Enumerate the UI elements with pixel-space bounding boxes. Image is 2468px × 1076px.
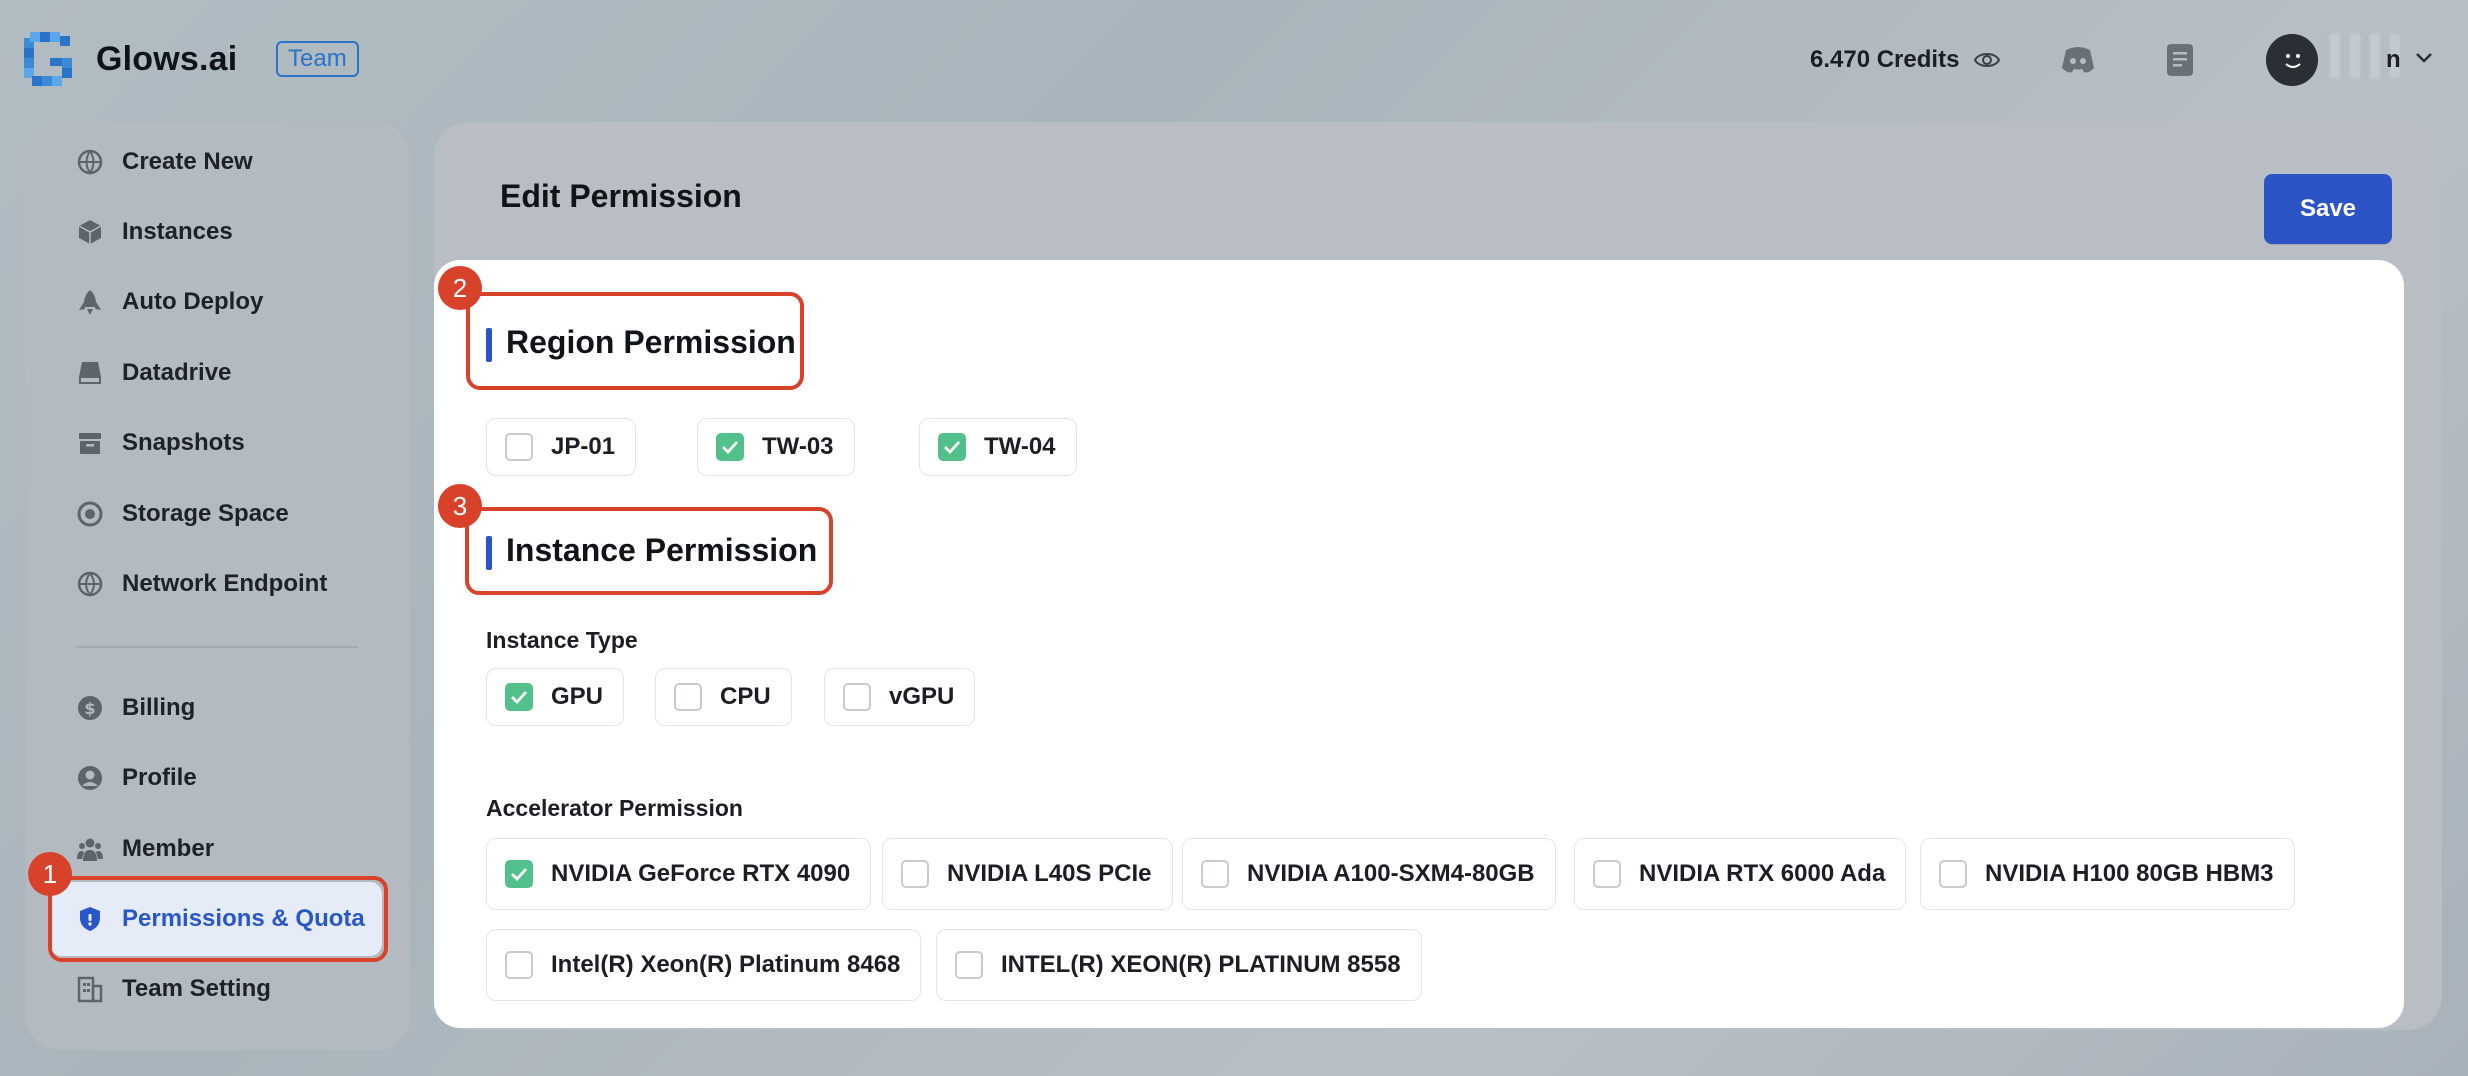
checkbox-label: NVIDIA GeForce RTX 4090 xyxy=(551,860,851,887)
storage-icon xyxy=(77,501,103,527)
checkbox-icon xyxy=(1201,860,1229,888)
checkbox-checked-icon xyxy=(505,860,533,888)
svg-text:$: $ xyxy=(84,699,95,718)
sidebar-item-label: Datadrive xyxy=(122,359,232,386)
checkbox-label: NVIDIA RTX 6000 Ada xyxy=(1639,860,1886,887)
sidebar-item-datadrive[interactable]: Datadrive xyxy=(50,345,382,401)
sidebar-item-billing[interactable]: $ Billing xyxy=(50,680,382,736)
sidebar-item-snapshots[interactable]: Snapshots xyxy=(50,415,382,471)
checkbox-label: CPU xyxy=(720,683,771,710)
network-icon xyxy=(77,571,103,597)
page-title: Edit Permission xyxy=(500,178,742,214)
user-name[interactable]: n xyxy=(2386,46,2401,74)
team-badge: Team xyxy=(276,41,359,77)
sidebar-item-storage-space[interactable]: Storage Space xyxy=(50,486,382,542)
accelerator-checkbox-rtx-6000[interactable]: NVIDIA RTX 6000 Ada xyxy=(1574,838,1907,910)
cube-icon xyxy=(78,220,102,244)
accelerator-checkbox-xeon-8468[interactable]: Intel(R) Xeon(R) Platinum 8468 xyxy=(486,929,922,1001)
accelerator-checkbox-xeon-8558[interactable]: INTEL(R) XEON(R) PLATINUM 8558 xyxy=(936,929,1422,1001)
archive-icon xyxy=(79,433,101,454)
sidebar-item-label: Profile xyxy=(122,764,197,791)
logo-icon[interactable] xyxy=(24,32,78,86)
sidebar-item-profile[interactable]: Profile xyxy=(50,750,382,806)
sidebar-item-label: Storage Space xyxy=(122,500,289,527)
chevron-down-icon[interactable] xyxy=(2414,50,2434,66)
sidebar-item-label: Create New xyxy=(122,148,253,175)
accelerator-checkbox-rtx-4090[interactable]: NVIDIA GeForce RTX 4090 xyxy=(486,838,872,910)
sidebar-item-member[interactable]: Member xyxy=(50,821,382,877)
region-permission-title: Region Permission xyxy=(486,324,796,362)
sidebar-item-network-endpoint[interactable]: Network Endpoint xyxy=(50,556,382,612)
sidebar-item-instances[interactable]: Instances xyxy=(50,204,382,260)
sidebar-item-label: Snapshots xyxy=(122,429,245,456)
instance-type-checkbox-vgpu[interactable]: vGPU xyxy=(824,668,976,726)
instance-type-checkbox-cpu[interactable]: CPU xyxy=(655,668,792,726)
accelerator-checkbox-l40s[interactable]: NVIDIA L40S PCIe xyxy=(882,838,1173,910)
rocket-icon xyxy=(79,290,101,315)
brand-name[interactable]: Glows.ai xyxy=(96,40,237,79)
user-icon xyxy=(78,766,102,790)
document-icon[interactable] xyxy=(2166,43,2194,77)
dollar-icon: $ xyxy=(78,696,102,720)
step-badge-2: 2 xyxy=(438,266,482,310)
members-icon xyxy=(77,838,103,861)
checkbox-label: NVIDIA H100 80GB HBM3 xyxy=(1985,860,2274,887)
accelerator-permission-label: Accelerator Permission xyxy=(486,795,743,821)
checkbox-icon xyxy=(901,860,929,888)
checkbox-label: GPU xyxy=(551,683,604,710)
sidebar-item-label: Auto Deploy xyxy=(122,288,264,315)
highlight-box-permissions xyxy=(48,876,388,962)
checkbox-checked-icon xyxy=(716,433,744,461)
checkbox-checked-icon xyxy=(505,683,533,711)
globe-icon xyxy=(77,149,103,175)
sidebar-item-label: Team Setting xyxy=(122,975,271,1002)
instance-type-checkbox-gpu[interactable]: GPU xyxy=(486,668,625,726)
sidebar-item-auto-deploy[interactable]: Auto Deploy xyxy=(50,274,382,330)
checkbox-icon xyxy=(505,951,533,979)
checkbox-label: TW-04 xyxy=(984,433,1056,460)
checkbox-icon xyxy=(674,683,702,711)
sidebar-divider xyxy=(76,646,358,648)
discord-icon[interactable] xyxy=(2060,44,2096,76)
checkbox-label: JP-01 xyxy=(551,433,616,460)
sidebar-item-label: Network Endpoint xyxy=(122,570,328,597)
checkbox-label: vGPU xyxy=(889,683,955,710)
sidebar-item-label: Member xyxy=(122,835,215,862)
sidebar-item-create-new[interactable]: Create New xyxy=(50,134,382,190)
eye-icon[interactable] xyxy=(1974,47,2000,73)
sidebar-item-label: Billing xyxy=(122,694,196,721)
checkbox-label: Intel(R) Xeon(R) Platinum 8468 xyxy=(551,951,901,978)
checkbox-icon xyxy=(505,433,533,461)
checkbox-icon xyxy=(955,951,983,979)
checkbox-checked-icon xyxy=(938,433,966,461)
sidebar-item-label: Instances xyxy=(122,218,233,245)
region-checkbox-tw-03[interactable]: TW-03 xyxy=(697,418,855,476)
checkbox-icon xyxy=(843,683,871,711)
checkbox-label: TW-03 xyxy=(762,433,834,460)
top-bar: Glows.ai Team 6.470 Credits n xyxy=(0,0,2468,120)
building-icon xyxy=(77,976,103,1003)
sidebar-item-team-setting[interactable]: Team Setting xyxy=(50,961,382,1017)
checkbox-icon xyxy=(1939,860,1967,888)
credits-balance: 6.470 Credits xyxy=(1810,46,1960,73)
drive-icon xyxy=(79,362,101,384)
save-button[interactable]: Save xyxy=(2264,174,2392,244)
accelerator-checkbox-h100[interactable]: NVIDIA H100 80GB HBM3 xyxy=(1920,838,2295,910)
checkbox-label: NVIDIA A100-SXM4-80GB xyxy=(1247,860,1535,887)
checkbox-icon xyxy=(1593,860,1621,888)
step-badge-1: 1 xyxy=(28,852,72,896)
region-checkbox-tw-04[interactable]: TW-04 xyxy=(919,418,1077,476)
checkbox-label: NVIDIA L40S PCIe xyxy=(947,860,1152,887)
avatar[interactable] xyxy=(2266,34,2318,86)
instance-type-label: Instance Type xyxy=(486,627,638,653)
accelerator-checkbox-a100[interactable]: NVIDIA A100-SXM4-80GB xyxy=(1182,838,1556,910)
instance-permission-title: Instance Permission xyxy=(486,532,817,570)
checkbox-label: INTEL(R) XEON(R) PLATINUM 8558 xyxy=(1001,951,1401,978)
step-badge-3: 3 xyxy=(438,484,482,528)
region-checkbox-jp-01[interactable]: JP-01 xyxy=(486,418,637,476)
